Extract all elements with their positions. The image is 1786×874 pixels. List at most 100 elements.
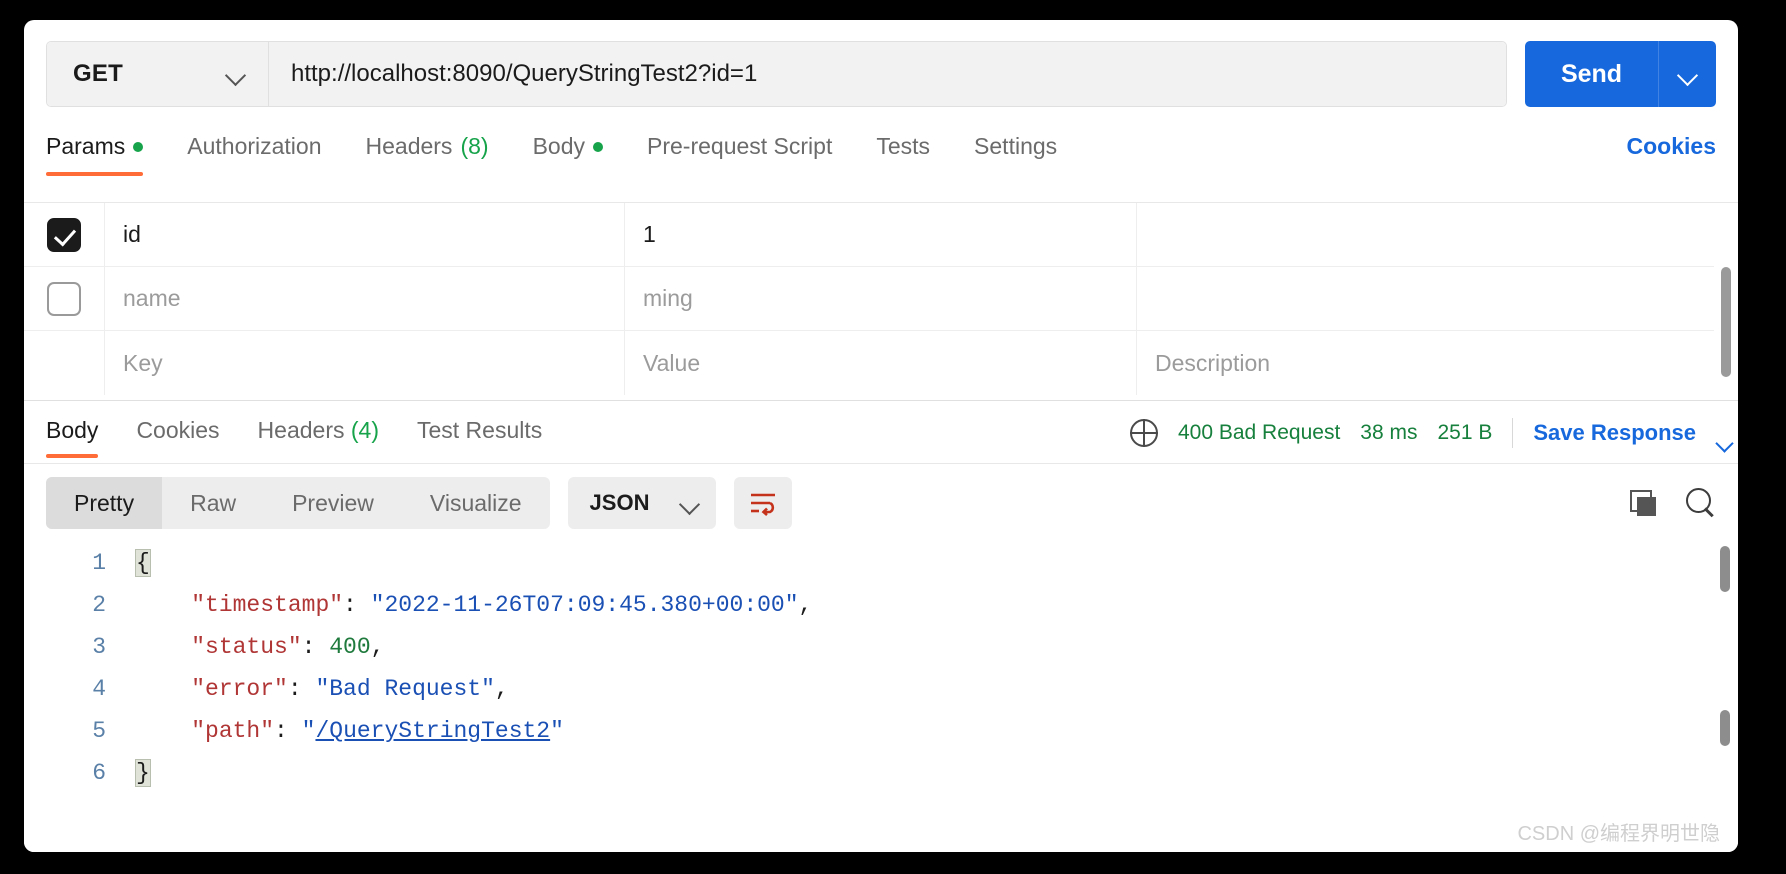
copy-icon[interactable]: [1630, 490, 1656, 516]
response-tab-count: (4): [344, 417, 379, 443]
status-badge: 400 Bad Request: [1177, 420, 1341, 444]
request-tab-pre-request-script[interactable]: Pre-request Script: [647, 127, 832, 176]
line-number: 2: [92, 592, 106, 618]
response-time: 38 ms: [1360, 420, 1418, 444]
response-tab-body[interactable]: Body: [46, 407, 99, 458]
response-format-dropdown[interactable]: JSON: [567, 477, 716, 529]
url-input[interactable]: http://localhost:8090/QueryStringTest2?i…: [269, 42, 1506, 106]
word-wrap-icon: [750, 493, 775, 516]
request-tab-body[interactable]: Body: [533, 127, 603, 176]
modified-dot-icon: [593, 141, 603, 152]
view-mode-segmented-control: Pretty Raw Preview Visualize: [46, 477, 550, 529]
request-tab-label: Params: [46, 133, 126, 159]
response-size: 251 B: [1437, 420, 1493, 444]
request-tab-label: Tests: [876, 133, 931, 159]
code-token: :: [274, 718, 302, 744]
watermark: CSDN @编程界明世隐: [1517, 823, 1720, 845]
row-checkbox-cell: [24, 203, 104, 266]
row-checkbox-cell: [24, 267, 104, 330]
search-icon[interactable]: [1686, 488, 1716, 518]
response-tab-test-results[interactable]: Test Results: [417, 407, 542, 458]
param-key-cell[interactable]: name: [104, 267, 624, 330]
table-row: name ming: [24, 267, 1714, 331]
request-tab-params[interactable]: Params: [46, 127, 144, 176]
line-number: 1: [92, 550, 106, 576]
response-tab-label: Body: [46, 417, 99, 443]
view-mode-visualize[interactable]: Visualize: [402, 477, 550, 529]
globe-icon: [1129, 418, 1158, 447]
response-scrollbar-thumb-top[interactable]: [1720, 546, 1730, 592]
send-button-group: Send: [1525, 41, 1716, 107]
code-line: 3 "status": 400,: [24, 626, 1738, 668]
response-tabs-row: Body Cookies Headers (4) Test Results 400 B…: [24, 402, 1738, 464]
response-scrollbar-thumb-bottom[interactable]: [1720, 710, 1730, 746]
request-tabs: Params Authorization Headers (8) Body Pre-req…: [46, 127, 1716, 179]
request-tab-headers[interactable]: Headers (8): [366, 127, 489, 176]
response-tab-headers[interactable]: Headers (4): [258, 407, 379, 458]
code-token: ": [550, 718, 564, 744]
response-format-label: JSON: [589, 490, 650, 515]
code-token: ,: [370, 634, 385, 660]
param-key-cell[interactable]: Key: [104, 331, 624, 395]
url-bar-row: GET http://localhost:8090/QueryStringTes…: [46, 41, 1716, 107]
param-value-cell[interactable]: ming: [624, 267, 1136, 330]
view-mode-preview[interactable]: Preview: [264, 477, 402, 529]
request-tab-label: Headers: [365, 133, 453, 159]
code-line-text: "path": "/QueryStringTest2": [124, 718, 564, 744]
request-tab-label: Authorization: [187, 133, 322, 159]
code-line: 1{: [24, 542, 1738, 584]
code-token: "2022-11-26T07:09:45.380+00:00": [370, 592, 799, 618]
param-description-cell[interactable]: [1136, 203, 1714, 266]
response-tab-label: Test Results: [416, 417, 543, 443]
table-row: Key Value Description: [24, 331, 1714, 395]
response-body-toolbar: Pretty Raw Preview Visualize JSON: [24, 464, 1738, 542]
code-token: "timestamp": [191, 592, 344, 618]
code-token: :: [287, 676, 316, 702]
param-key-cell[interactable]: id: [104, 203, 624, 266]
code-line-text: "timestamp": "2022-11-26T07:09:45.380+00…: [124, 592, 812, 618]
request-tab-settings[interactable]: Settings: [974, 127, 1057, 176]
send-options-button[interactable]: [1658, 41, 1716, 107]
response-body-code[interactable]: 1{ 2 "timestamp": "2022-11-26T07:09:45.38…: [24, 542, 1738, 852]
params-table-scrollbar[interactable]: [1721, 267, 1731, 377]
response-tab-cookies[interactable]: Cookies: [136, 407, 219, 458]
code-token: "Bad Request": [315, 676, 495, 702]
code-line-text: "status": 400,: [124, 634, 384, 660]
param-description-cell[interactable]: Description: [1136, 331, 1714, 395]
code-token: ,: [798, 592, 813, 618]
param-value-cell[interactable]: Value: [624, 331, 1136, 395]
code-token: }: [135, 759, 151, 787]
param-value-cell[interactable]: 1: [624, 203, 1136, 266]
chevron-down-icon: [226, 64, 246, 84]
request-tab-authorization[interactable]: Authorization: [187, 127, 321, 176]
row-checkbox[interactable]: [47, 281, 81, 316]
chevron-down-icon: [1678, 64, 1698, 84]
http-method-dropdown[interactable]: GET: [47, 42, 269, 106]
code-token: 400: [329, 634, 371, 660]
code-line: 5 "path": "/QueryStringTest2": [24, 710, 1738, 752]
json-path-link[interactable]: /QueryStringTest2: [315, 718, 550, 744]
postman-window: GET http://localhost:8090/QueryStringTes…: [24, 20, 1738, 852]
word-wrap-toggle[interactable]: [733, 477, 792, 529]
response-tab-label: Headers: [257, 417, 345, 443]
code-token: "status": [191, 634, 302, 660]
request-tab-count: (8): [460, 133, 489, 159]
view-mode-raw[interactable]: Raw: [162, 477, 264, 529]
code-line: 6}: [24, 752, 1738, 794]
row-checkbox[interactable]: [47, 217, 81, 252]
view-mode-pretty[interactable]: Pretty: [46, 477, 163, 529]
request-tab-tests[interactable]: Tests: [876, 127, 930, 176]
code-line-text: }: [124, 759, 151, 787]
request-tab-label: Pre-request Script: [647, 133, 833, 159]
cookies-link[interactable]: Cookies: [1627, 127, 1716, 176]
send-button[interactable]: Send: [1525, 41, 1658, 107]
code-token: :: [301, 634, 330, 660]
code-token: :: [343, 592, 371, 618]
save-response-button[interactable]: Save Response: [1533, 420, 1696, 446]
chevron-down-icon: [680, 493, 700, 513]
param-description-cell[interactable]: [1136, 267, 1714, 330]
code-line-text: "error": "Bad Request",: [124, 676, 508, 702]
line-number: 4: [92, 676, 106, 702]
